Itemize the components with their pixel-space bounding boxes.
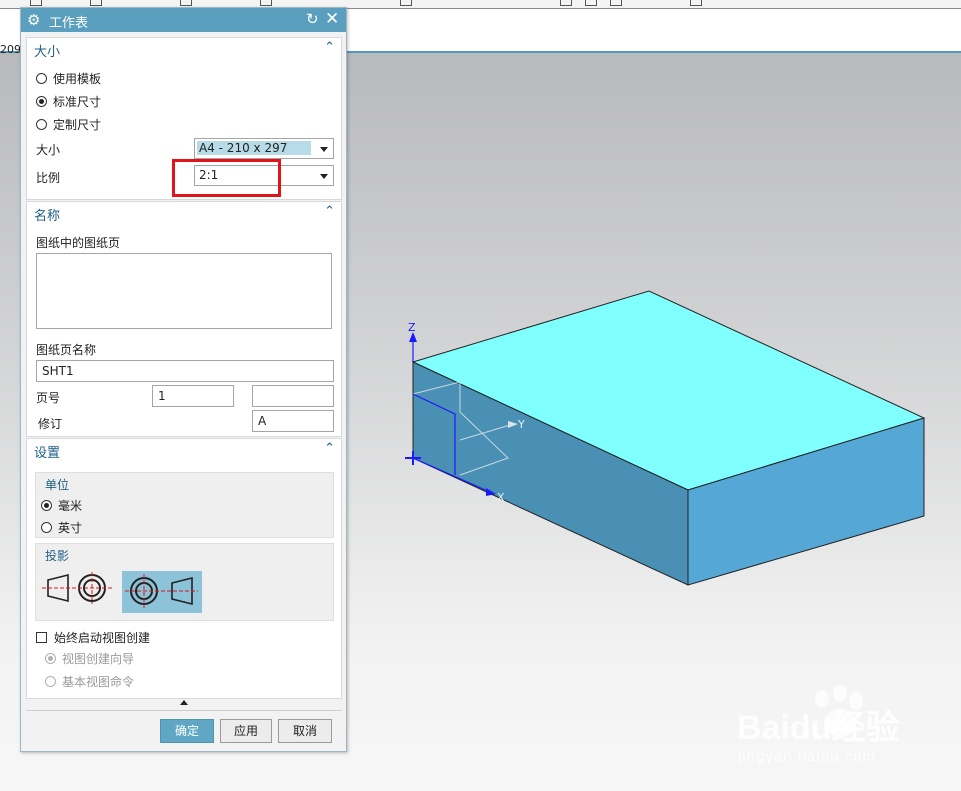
radio-button bbox=[45, 675, 56, 687]
dialog-title-bar[interactable]: ⚙ 工作表 ↻ ✕ bbox=[21, 8, 346, 32]
name-section-header[interactable]: 名称 bbox=[34, 205, 60, 224]
radio-button[interactable] bbox=[36, 95, 47, 107]
projection-group: 投影 bbox=[35, 543, 334, 621]
ok-button[interactable]: 确定 bbox=[160, 719, 214, 743]
sheet-dialog: ⚙ 工作表 ↻ ✕ 大小 ⌃ 使用模板 标准尺寸 定制尺寸 大小 A4 - 21… bbox=[20, 7, 347, 752]
radio-button[interactable] bbox=[36, 72, 47, 84]
radio-button[interactable] bbox=[41, 521, 52, 533]
chevron-up-icon[interactable]: ⌃ bbox=[324, 441, 335, 456]
chevron-down-icon[interactable] bbox=[320, 147, 328, 152]
radio-button bbox=[45, 652, 56, 664]
toolbar-icon[interactable] bbox=[30, 0, 42, 6]
radio-label: 基本视图命令 bbox=[62, 674, 135, 689]
gear-icon: ⚙ bbox=[27, 11, 41, 29]
x-axis-label: X bbox=[497, 491, 505, 504]
radio-inch[interactable]: 英寸 bbox=[41, 518, 82, 536]
size-section-header[interactable]: 大小 bbox=[34, 41, 60, 60]
watermark-url: jingyan.baidu.com bbox=[738, 748, 876, 765]
reset-icon[interactable]: ↻ bbox=[306, 10, 319, 28]
toolbar-icon[interactable] bbox=[610, 0, 622, 6]
third-angle-projection-button[interactable] bbox=[122, 571, 202, 613]
sheet-name-input[interactable]: SHT1 bbox=[36, 360, 334, 382]
cancel-button[interactable]: 取消 bbox=[278, 719, 332, 743]
scale-highlight-annotation bbox=[172, 159, 281, 197]
units-group: 单位 毫米 英寸 bbox=[35, 472, 334, 538]
toolbar-icon[interactable] bbox=[560, 0, 572, 6]
radio-button[interactable] bbox=[36, 118, 47, 130]
toolbar-icon[interactable] bbox=[690, 0, 702, 6]
z-axis-label: Z bbox=[408, 321, 416, 334]
radio-label: 英寸 bbox=[58, 520, 83, 535]
chevron-down-icon[interactable] bbox=[320, 174, 328, 179]
first-angle-projection-icon bbox=[42, 572, 112, 604]
toolbar-icon[interactable] bbox=[585, 0, 597, 6]
radio-millimeter[interactable]: 毫米 bbox=[41, 496, 82, 514]
revision-label: 修订 bbox=[38, 417, 63, 431]
toolbar-icon[interactable] bbox=[90, 0, 102, 6]
radio-view-wizard: 视图创建向导 bbox=[45, 649, 134, 667]
watermark-brand: Baidu经验 bbox=[737, 709, 900, 747]
expand-more-bar[interactable] bbox=[26, 700, 342, 711]
radio-standard-size[interactable]: 标准尺寸 bbox=[36, 92, 101, 110]
radio-label: 视图创建向导 bbox=[62, 651, 135, 666]
projection-label: 投影 bbox=[45, 549, 70, 563]
toolbar-icon[interactable] bbox=[260, 0, 272, 6]
radio-use-template[interactable]: 使用模板 bbox=[36, 69, 101, 87]
sheet-name-label: 图纸页名称 bbox=[36, 343, 97, 357]
size-label: 大小 bbox=[36, 143, 61, 157]
toolbar-icon[interactable] bbox=[400, 0, 412, 6]
chevron-up-icon[interactable]: ⌃ bbox=[324, 204, 335, 219]
revision-input[interactable]: A bbox=[252, 410, 334, 432]
radio-custom-size[interactable]: 定制尺寸 bbox=[36, 115, 101, 133]
y-axis-label: Y bbox=[517, 418, 525, 431]
radio-base-view-command: 基本视图命令 bbox=[45, 672, 134, 690]
toolbar-icon[interactable] bbox=[180, 0, 192, 6]
size-dropdown[interactable]: A4 - 210 x 297 bbox=[194, 138, 334, 159]
radio-label: 使用模板 bbox=[53, 71, 102, 86]
close-icon[interactable]: ✕ bbox=[325, 9, 339, 29]
scale-label: 比例 bbox=[36, 171, 61, 185]
third-angle-projection-icon bbox=[125, 574, 198, 609]
sheets-listbox[interactable] bbox=[36, 253, 332, 329]
chevron-up-icon[interactable]: ⌃ bbox=[324, 40, 335, 55]
radio-label: 定制尺寸 bbox=[53, 117, 102, 132]
radio-button[interactable] bbox=[41, 499, 52, 511]
settings-section-header[interactable]: 设置 bbox=[34, 442, 60, 461]
page-number-extra-input[interactable] bbox=[252, 385, 334, 407]
dialog-title: 工作表 bbox=[49, 16, 89, 31]
apply-button[interactable]: 应用 bbox=[220, 719, 272, 743]
radio-label: 毫米 bbox=[58, 498, 83, 513]
checkbox-label: 始终启动视图创建 bbox=[54, 630, 151, 645]
first-angle-projection-button[interactable] bbox=[42, 568, 120, 610]
size-value: A4 - 210 x 297 bbox=[197, 141, 311, 155]
always-start-view-creation-checkbox[interactable]: 始终启动视图创建 bbox=[36, 628, 150, 646]
page-number-label: 页号 bbox=[36, 391, 61, 405]
chevron-up-icon[interactable] bbox=[180, 700, 188, 705]
settings-section: 设置 ⌃ 单位 毫米 英寸 投影 始终启动视图创建 视图创建向导 基本视图命令 bbox=[26, 438, 342, 699]
name-section: 名称 ⌃ 图纸中的图纸页 图纸页名称 SHT1 页号 1 修订 A bbox=[26, 201, 342, 437]
page-number-input[interactable]: 1 bbox=[152, 385, 234, 407]
units-label: 单位 bbox=[45, 478, 70, 492]
checkbox[interactable] bbox=[36, 631, 47, 643]
radio-label: 标准尺寸 bbox=[53, 94, 102, 109]
sheets-list-label: 图纸中的图纸页 bbox=[36, 236, 121, 250]
